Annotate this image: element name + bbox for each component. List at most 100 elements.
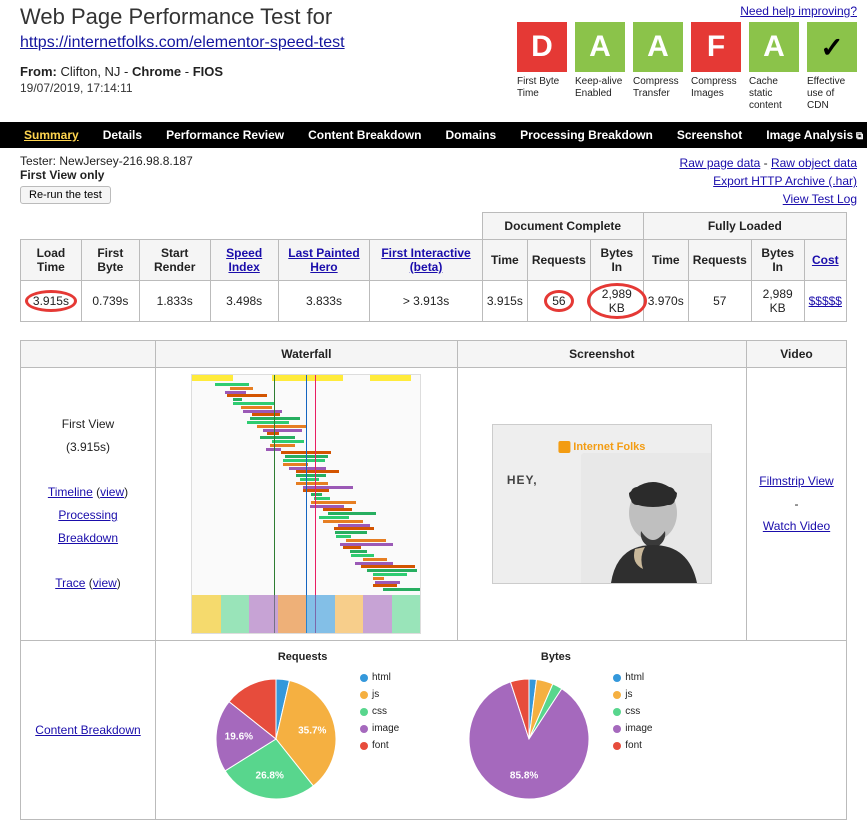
from-connection: FIOS <box>193 64 223 79</box>
legend-dot-icon <box>360 691 368 699</box>
tab-image-analysis[interactable]: Image Analysis ⧉ <box>754 122 867 148</box>
export-har-link[interactable]: Export HTTP Archive (.har) <box>713 174 857 188</box>
metric-col-link[interactable]: Speed Index <box>226 246 262 274</box>
first-interactive-value: > 3.913s <box>370 281 483 322</box>
metric-col-header: Load Time <box>21 240 82 281</box>
legend-dot-icon <box>360 742 368 750</box>
raw-page-data-link[interactable]: Raw page data <box>680 156 761 170</box>
grade-label: Compress Transfer <box>633 76 683 100</box>
visuals-table: Waterfall Screenshot Video First View (3… <box>20 340 847 820</box>
legend-dot-icon <box>360 708 368 716</box>
rerun-test-button[interactable]: Re-run the test <box>20 186 111 204</box>
metric-col-header: Start Render <box>139 240 210 281</box>
grade-box[interactable]: F <box>691 22 741 72</box>
screenshot-hey-text: HEY, <box>507 473 538 487</box>
legend-item: image <box>613 720 652 737</box>
metric-col-header: Speed Index <box>210 240 278 281</box>
svg-text:19.6%: 19.6% <box>225 732 253 743</box>
tab-domains[interactable]: Domains <box>433 122 508 148</box>
view-test-log-link[interactable]: View Test Log <box>783 192 857 206</box>
tab-summary[interactable]: Summary <box>12 122 91 148</box>
help-improving-link[interactable]: Need help improving? <box>740 4 857 18</box>
legend-item: js <box>360 686 399 703</box>
legend-dot-icon <box>613 674 621 682</box>
metric-col-header: Cost <box>804 240 846 281</box>
page-title: Web Page Performance Test for <box>20 4 345 30</box>
tab-processing-breakdown[interactable]: Processing Breakdown <box>508 122 665 148</box>
requests-pie-title: Requests <box>206 651 399 663</box>
legend-dot-icon <box>360 674 368 682</box>
metric-col-header: Time <box>482 240 527 281</box>
screenshot-brand: Internet Folks <box>573 441 645 453</box>
first-view-only: First View only <box>20 168 193 182</box>
first-view-time: (3.915s) <box>27 436 149 459</box>
grade-box[interactable]: A <box>575 22 625 72</box>
from-label: From: <box>20 64 57 79</box>
nav-tabs: SummaryDetailsPerformance ReviewContent … <box>0 122 867 148</box>
content-breakdown-link[interactable]: Content Breakdown <box>35 723 140 737</box>
legend-dot-icon <box>613 742 621 750</box>
doc-bytes-value: 2,989 KB <box>595 287 639 315</box>
speed-index-value: 3.498s <box>210 281 278 322</box>
watch-video-link[interactable]: Watch Video <box>763 519 830 533</box>
filmstrip-link[interactable]: Filmstrip View <box>759 474 833 488</box>
from-line: From: Clifton, NJ - Chrome - FIOS <box>20 64 345 79</box>
start-render-value: 1.833s <box>139 281 210 322</box>
timeline-view-link[interactable]: view <box>100 485 124 499</box>
bytes-legend: htmljscssimagefont <box>613 669 652 754</box>
legend-item: font <box>360 737 399 754</box>
first-byte-value: 0.739s <box>81 281 139 322</box>
from-browser: Chrome <box>132 64 181 79</box>
last-painted-hero-value: 3.833s <box>278 281 369 322</box>
tab-performance-review[interactable]: Performance Review <box>154 122 296 148</box>
processing-breakdown-link[interactable]: Processing Breakdown <box>58 508 118 545</box>
metric-col-header: Requests <box>527 240 590 281</box>
tab-screenshot[interactable]: Screenshot <box>665 122 754 148</box>
metric-col-link[interactable]: Last Painted Hero <box>288 246 359 274</box>
metric-col-link[interactable]: Cost <box>812 253 839 267</box>
waterfall-thumbnail[interactable] <box>191 374 421 634</box>
raw-object-data-link[interactable]: Raw object data <box>771 156 857 170</box>
legend-item: font <box>613 737 652 754</box>
grade-label: Compress Images <box>691 76 741 100</box>
grade-box[interactable]: ✓ <box>807 22 857 72</box>
tab-content-breakdown[interactable]: Content Breakdown <box>296 122 433 148</box>
grade-box[interactable]: A <box>749 22 799 72</box>
requests-legend: htmljscssimagefont <box>360 669 399 754</box>
requests-pie-chart[interactable]: 35.7%26.8%19.6% <box>206 669 346 809</box>
tab-details[interactable]: Details <box>91 122 154 148</box>
metric-col-header: First Interactive (beta) <box>370 240 483 281</box>
cost-link[interactable]: $$$$$ <box>809 294 842 308</box>
legend-dot-icon <box>613 725 621 733</box>
logo-icon <box>558 441 570 453</box>
timeline-link[interactable]: Timeline <box>48 485 93 499</box>
trace-link[interactable]: Trace <box>55 576 85 590</box>
external-link-icon: ⧉ <box>853 131 863 142</box>
full-requests-value: 57 <box>688 281 751 322</box>
load-time-value: 3.915s <box>33 294 69 308</box>
test-timestamp: 19/07/2019, 17:14:11 <box>20 81 345 95</box>
fully-loaded-header: Fully Loaded <box>643 213 846 240</box>
legend-dot-icon <box>613 708 621 716</box>
doc-requests-value: 56 <box>552 294 565 308</box>
screenshot-thumbnail[interactable]: Internet Folks HEY, <box>492 424 712 584</box>
from-location: Clifton, NJ <box>60 64 120 79</box>
svg-text:35.7%: 35.7% <box>298 725 326 736</box>
doc-complete-header: Document Complete <box>482 213 643 240</box>
first-view-label: First View <box>27 413 149 436</box>
metrics-table: Document Complete Fully Loaded Load Time… <box>20 212 847 322</box>
screenshot-header: Screenshot <box>457 341 746 368</box>
trace-view-link[interactable]: view <box>93 576 117 590</box>
doc-time-value: 3.915s <box>482 281 527 322</box>
svg-text:85.8%: 85.8% <box>510 771 538 782</box>
grade-box[interactable]: A <box>633 22 683 72</box>
metric-col-header: Bytes In <box>590 240 643 281</box>
tested-url-link[interactable]: https://internetfolks.com/elementor-spee… <box>20 34 345 52</box>
legend-dot-icon <box>613 691 621 699</box>
grade-label: First Byte Time <box>517 76 567 100</box>
metric-col-header: First Byte <box>81 240 139 281</box>
grade-box[interactable]: D <box>517 22 567 72</box>
metric-col-header: Requests <box>688 240 751 281</box>
bytes-pie-chart[interactable]: 85.8% <box>459 669 599 809</box>
metric-col-link[interactable]: First Interactive (beta) <box>381 246 470 274</box>
